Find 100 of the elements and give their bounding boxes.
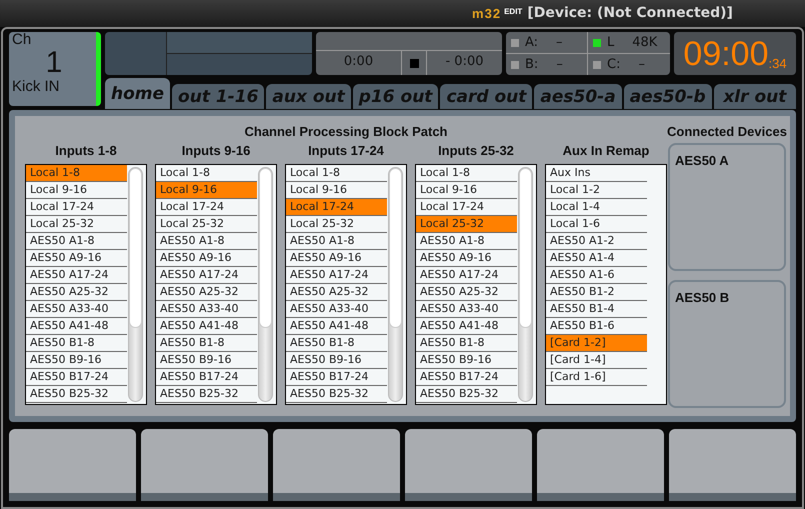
- scrollbar[interactable]: [518, 167, 533, 402]
- list-item[interactable]: AES50 A1-8: [286, 233, 387, 250]
- device-name: AES50 A: [674, 153, 729, 168]
- list-item[interactable]: AES50 A1-8: [416, 233, 517, 250]
- list-item[interactable]: AES50 B17-24: [416, 369, 517, 386]
- list-item[interactable]: Local 1-2: [546, 182, 647, 199]
- list-item[interactable]: Local 1-8: [286, 165, 387, 182]
- list-item[interactable]: AES50 A33-40: [156, 301, 257, 318]
- list-item[interactable]: Local 1-8: [416, 165, 517, 182]
- list-item[interactable]: AES50 A1-4: [546, 250, 647, 267]
- list-item[interactable]: AES50 B1-8: [416, 335, 517, 352]
- list-item[interactable]: AES50 A9-16: [156, 250, 257, 267]
- clock-seconds: :34: [768, 56, 787, 72]
- list-item[interactable]: AES50 A25-32: [156, 284, 257, 301]
- list-item[interactable]: AES50 A9-16: [286, 250, 387, 267]
- list-item[interactable]: [Card 1-4]: [546, 352, 647, 369]
- list-item[interactable]: AES50 B1-8: [26, 335, 127, 352]
- list-item[interactable]: Local 9-16: [156, 182, 257, 199]
- list-item[interactable]: Local 9-16: [26, 182, 127, 199]
- list-item[interactable]: [Card 1-6]: [546, 369, 647, 386]
- list-item[interactable]: AES50 B25-32: [26, 386, 127, 403]
- list-item[interactable]: AES50 A17-24: [156, 267, 257, 284]
- status-value: –: [556, 56, 563, 74]
- scrollbar-thumb[interactable]: [259, 168, 272, 328]
- list-heading: Inputs 9-16: [182, 142, 250, 160]
- stop-icon[interactable]: [410, 58, 418, 68]
- list-item[interactable]: Local 17-24: [286, 199, 387, 216]
- scrollbar[interactable]: [258, 167, 273, 402]
- list-item[interactable]: AES50 A17-24: [416, 267, 517, 284]
- list-item[interactable]: AES50 B9-16: [416, 352, 517, 369]
- list-item[interactable]: AES50 A33-40: [26, 301, 127, 318]
- list-item[interactable]: Local 9-16: [416, 182, 517, 199]
- list-item[interactable]: AES50 B9-16: [286, 352, 387, 369]
- patch-list[interactable]: Local 1-8 Local 9-16 Local 17-24 Local 25-32 AES50 A1-8 AES50 A9-16 AES50 A17-24 AES50 A25-32 AES50 A33-40 AES50 A41-48 AES50 B1-8 AES50 B9-16 AES50 B17-24 AES50 B25-32: [285, 164, 407, 405]
- channel-label: Ch: [12, 32, 32, 48]
- status-value: –: [556, 34, 563, 52]
- list-item[interactable]: AES50 A33-40: [286, 301, 387, 318]
- list-item[interactable]: Local 25-32: [286, 216, 387, 233]
- status-label: L: [607, 34, 614, 52]
- list-item[interactable]: AES50 B17-24: [286, 369, 387, 386]
- list-item[interactable]: AES50 A41-48: [416, 318, 517, 335]
- list-item[interactable]: AES50 A9-16: [26, 250, 127, 267]
- list-item[interactable]: AES50 B25-32: [156, 386, 257, 403]
- list-item[interactable]: AES50 A1-2: [546, 233, 647, 250]
- list-item[interactable]: AES50 A25-32: [416, 284, 517, 301]
- list-item[interactable]: AES50 A17-24: [286, 267, 387, 284]
- soft-button[interactable]: [669, 429, 796, 501]
- scrollbar-thumb[interactable]: [389, 168, 402, 328]
- patch-title: Channel Processing Block Patch: [244, 124, 448, 140]
- list-item[interactable]: Local 1-6: [546, 216, 647, 233]
- soft-button[interactable]: [537, 429, 664, 501]
- soft-button[interactable]: [9, 429, 136, 501]
- list-heading: Aux In Remap: [562, 142, 650, 160]
- list-item[interactable]: AES50 A17-24: [26, 267, 127, 284]
- list-item[interactable]: AES50 A41-48: [156, 318, 257, 335]
- list-item[interactable]: AES50 B1-8: [156, 335, 257, 352]
- list-item[interactable]: AES50 A41-48: [286, 318, 387, 335]
- list-item[interactable]: Local 17-24: [26, 199, 127, 216]
- channel-number: 1: [46, 48, 62, 78]
- list-item[interactable]: AES50 A25-32: [26, 284, 127, 301]
- soft-button[interactable]: [273, 429, 400, 501]
- list-item[interactable]: Local 25-32: [416, 216, 517, 233]
- patch-list[interactable]: Local 1-8 Local 9-16 Local 17-24 Local 25-32 AES50 A1-8 AES50 A9-16 AES50 A17-24 AES50 A25-32 AES50 A33-40 AES50 A41-48 AES50 B1-8 AES50 B9-16 AES50 B17-24 AES50 B25-32: [415, 164, 537, 405]
- list-item[interactable]: AES50 B1-8: [286, 335, 387, 352]
- scrollbar[interactable]: [388, 167, 403, 402]
- soft-button[interactable]: [141, 429, 268, 501]
- list-item[interactable]: [Card 1-2]: [546, 335, 647, 352]
- device-name: AES50 B: [674, 290, 730, 305]
- scrollbar-thumb[interactable]: [519, 168, 532, 328]
- tab[interactable]: home: [105, 78, 170, 109]
- list-item[interactable]: AES50 B9-16: [156, 352, 257, 369]
- channel-display[interactable]: Ch 1 Kick IN: [9, 32, 101, 106]
- list-item[interactable]: AES50 B1-4: [546, 301, 647, 318]
- scrollbar[interactable]: [128, 167, 143, 402]
- list-item[interactable]: Local 17-24: [156, 199, 257, 216]
- list-item[interactable]: AES50 A25-32: [286, 284, 387, 301]
- list-item[interactable]: AES50 A9-16: [416, 250, 517, 267]
- list-item[interactable]: AES50 B25-32: [286, 386, 387, 403]
- list-item[interactable]: Aux Ins: [546, 165, 647, 182]
- list-item[interactable]: AES50 A1-6: [546, 267, 647, 284]
- list-item[interactable]: AES50 A1-8: [156, 233, 257, 250]
- list-item[interactable]: AES50 A33-40: [416, 301, 517, 318]
- patch-list[interactable]: Aux Ins Local 1-2 Local 1-4 Local 1-6 AES50 A1-2 AES50 A1-4 AES50 A1-6 AES50 B1-2 AES50 B1-4 AES50 B1-6 [Card 1-2] [Card 1-4] [Card 1-6]: [545, 164, 667, 405]
- list-item[interactable]: Local 25-32: [26, 216, 127, 233]
- channel-name: Kick IN: [12, 78, 61, 96]
- soft-button[interactable]: [405, 429, 532, 501]
- list-item[interactable]: AES50 B1-2: [546, 284, 647, 301]
- list-item[interactable]: Local 1-8: [26, 165, 127, 182]
- list-item[interactable]: AES50 B9-16: [26, 352, 127, 369]
- list-item[interactable]: AES50 A1-8: [26, 233, 127, 250]
- patch-list[interactable]: Local 1-8 Local 9-16 Local 17-24 Local 25-32 AES50 A1-8 AES50 A9-16 AES50 A17-24 AES50 A25-32 AES50 A33-40 AES50 A41-48 AES50 B1-8 AES50 B9-16 AES50 B17-24 AES50 B25-32: [25, 164, 147, 405]
- list-item[interactable]: AES50 B17-24: [156, 369, 257, 386]
- scrollbar-thumb[interactable]: [129, 168, 142, 328]
- list-item[interactable]: AES50 B17-24: [26, 369, 127, 386]
- list-item[interactable]: AES50 B25-32: [416, 386, 517, 403]
- list-heading: Inputs 25-32: [438, 142, 514, 160]
- list-item[interactable]: Local 25-32: [156, 216, 257, 233]
- patch-list[interactable]: Local 1-8 Local 9-16 Local 17-24 Local 25-32 AES50 A1-8 AES50 A9-16 AES50 A17-24 AES50 A25-32 AES50 A33-40 AES50 A41-48 AES50 B1-8 AES50 B9-16 AES50 B17-24 AES50 B25-32: [155, 164, 277, 405]
- list-item[interactable]: Local 1-4: [546, 199, 647, 216]
- list-item[interactable]: AES50 A41-48: [26, 318, 127, 335]
